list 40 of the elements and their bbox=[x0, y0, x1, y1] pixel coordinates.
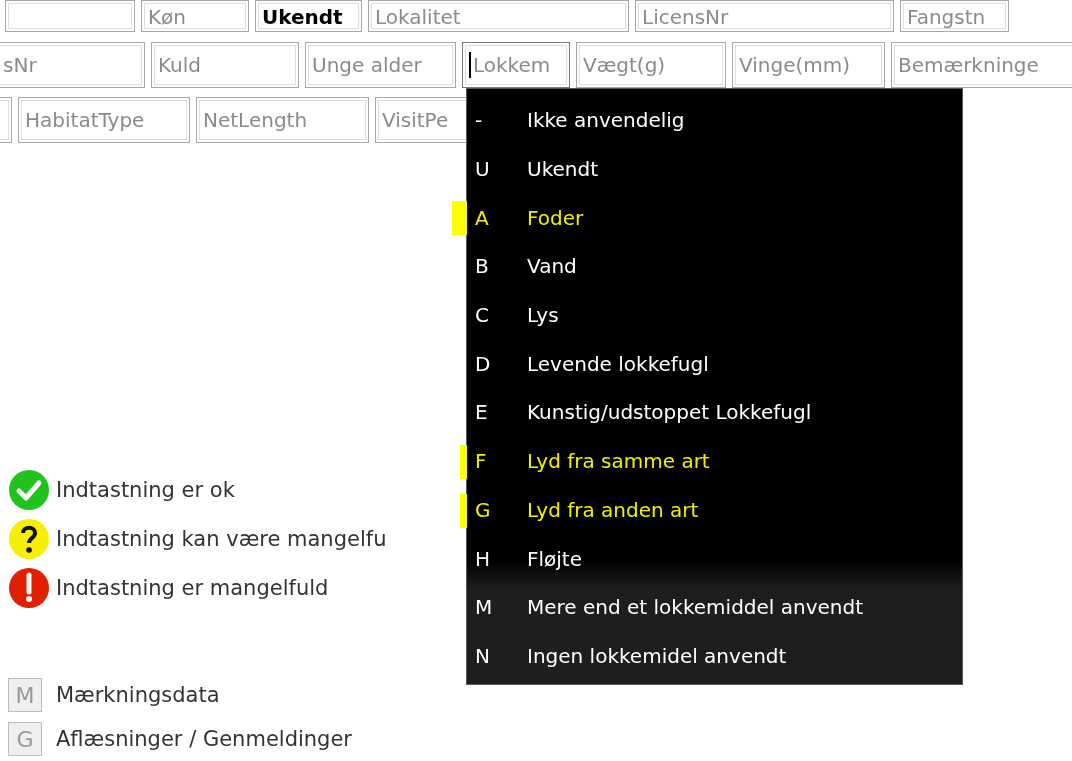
menu-item[interactable]: B Vand bbox=[467, 242, 962, 291]
menu-item[interactable]: E Kunstig/udstoppet Lokkefugl bbox=[467, 388, 962, 437]
input-field[interactable]: Lokalitet bbox=[368, 0, 629, 32]
input-field[interactable]: NetLength bbox=[196, 97, 369, 143]
input-field[interactable]: Vinge(mm) bbox=[732, 42, 885, 88]
shortcut-key[interactable]: M bbox=[8, 678, 42, 712]
input-field[interactable] bbox=[5, 0, 135, 32]
menu-item[interactable]: M Mere end et lokkemiddel anvendt bbox=[467, 582, 962, 632]
legend-text: Indtastning kan være mangelfu bbox=[56, 526, 387, 551]
text-cursor bbox=[469, 52, 471, 78]
input-field[interactable]: Køn bbox=[141, 0, 249, 32]
highlight-marker bbox=[460, 444, 467, 479]
legend-text: Indtastning er mangelfuld bbox=[56, 575, 329, 600]
menu-item[interactable]: N Ingen lokkemidel anvendt bbox=[467, 631, 962, 681]
menu-item[interactable]: H Fløjte bbox=[467, 534, 962, 583]
section-label: Mærkningsdata bbox=[56, 683, 220, 707]
checkmark-icon bbox=[8, 468, 50, 511]
input-field[interactable]: Unge alder bbox=[305, 42, 456, 88]
question-icon bbox=[8, 517, 50, 560]
menu-item[interactable]: C Lys bbox=[467, 290, 962, 340]
section-label: Aflæsninger / Genmeldinger bbox=[56, 727, 352, 751]
shortcut-key[interactable]: G bbox=[8, 722, 42, 756]
legend-text: Indtastning er ok bbox=[56, 477, 235, 502]
input-field[interactable]: LicensNr bbox=[635, 0, 894, 32]
highlight-marker bbox=[452, 201, 467, 236]
input-field[interactable]: sNr bbox=[0, 42, 145, 88]
exclamation-icon bbox=[8, 566, 50, 609]
input-field[interactable]: Vægt(g) bbox=[576, 42, 726, 88]
input-field[interactable]: Lokkem bbox=[462, 42, 570, 88]
input-field[interactable]: Ukendt bbox=[255, 0, 362, 32]
menu-item[interactable]: A Foder bbox=[467, 193, 962, 243]
menu-item[interactable]: F Lyd fra samme art bbox=[467, 436, 962, 486]
menu-item[interactable]: G Lyd fra anden art bbox=[467, 485, 962, 535]
input-field[interactable]: Bemærkninge bbox=[891, 42, 1072, 88]
input-field[interactable]: Fangstn bbox=[900, 0, 1009, 32]
menu-item[interactable]: D Levende lokkefugl bbox=[467, 339, 962, 389]
menu-item[interactable]: U Ukendt bbox=[467, 144, 962, 194]
input-field[interactable]: Kuld bbox=[151, 42, 299, 88]
input-field[interactable]: HabitatType bbox=[18, 97, 190, 143]
highlight-marker bbox=[460, 493, 467, 528]
